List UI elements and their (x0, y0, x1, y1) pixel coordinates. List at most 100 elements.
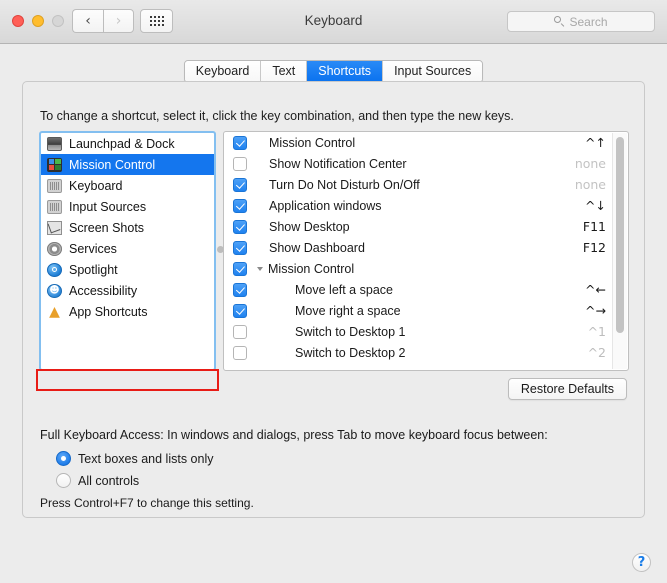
row-checkbox[interactable] (233, 324, 247, 339)
sidebar-item-label: Launchpad & Dock (69, 136, 175, 151)
sidebar-item-app-shortcuts[interactable]: ▲ App Shortcuts (41, 301, 214, 322)
shortcut-name: Move left a space (295, 282, 393, 297)
launchpad-icon (47, 136, 62, 151)
radio-option-all-controls[interactable]: All controls (56, 473, 139, 488)
shortcut-name: Turn Do Not Disturb On/Off (269, 177, 420, 192)
help-button[interactable]: ? (632, 553, 651, 572)
shortcut-group-name: Mission Control (257, 261, 606, 276)
full-keyboard-access-label: Full Keyboard Access: In windows and dia… (40, 428, 548, 442)
row-checkbox[interactable] (233, 219, 247, 234)
table-row[interactable]: Mission Control ^↑ (224, 132, 628, 153)
shortcuts-list[interactable]: Mission Control ^↑ Show Notification Cen… (223, 131, 629, 371)
sidebar-item-launchpad-dock[interactable]: Launchpad & Dock (41, 133, 214, 154)
sidebar-item-label: Input Sources (69, 199, 147, 214)
shortcut-name: Show Notification Center (269, 156, 407, 171)
app-shortcuts-highlight-box (36, 369, 219, 391)
shortcut-key[interactable]: ^2 (588, 345, 606, 360)
table-row[interactable]: Show Desktop F11 (224, 216, 628, 237)
radio-label: Text boxes and lists only (78, 451, 214, 466)
shortcut-name: Switch to Desktop 1 (295, 324, 406, 339)
sidebar-item-label: Screen Shots (69, 220, 145, 235)
sidebar-item-keyboard[interactable]: Keyboard (41, 175, 214, 196)
row-checkbox[interactable] (233, 240, 247, 255)
sidebar-item-spotlight[interactable]: Spotlight (41, 259, 214, 280)
sidebar-item-label: App Shortcuts (69, 304, 148, 319)
shortcut-key[interactable]: ^↓ (585, 198, 606, 213)
table-row[interactable]: Show Notification Center none (224, 153, 628, 174)
radio-label: All controls (78, 473, 140, 488)
table-row[interactable]: Show Dashboard F12 (224, 237, 628, 258)
row-checkbox[interactable] (233, 345, 247, 360)
scrollbar-thumb[interactable] (616, 137, 624, 333)
sidebar-item-accessibility[interactable]: ☻ Accessibility (41, 280, 214, 301)
shortcut-key[interactable]: ^→ (585, 303, 606, 318)
keyboard-icon (47, 178, 62, 193)
sidebar-item-services[interactable]: Services (41, 238, 214, 259)
table-row[interactable]: Turn Do Not Disturb On/Off none (224, 174, 628, 195)
search-placeholder: Search (569, 14, 608, 29)
input-sources-icon (47, 199, 62, 214)
keyboard-preferences-window: ‹ › Keyboard Search Keyboard Text Shortc… (0, 0, 667, 583)
row-checkbox[interactable] (233, 177, 247, 192)
accessibility-icon: ☻ (47, 283, 62, 298)
shortcut-key[interactable]: none (575, 177, 606, 192)
shortcut-key[interactable]: ^↑ (585, 135, 606, 150)
table-row[interactable]: Application windows ^↓ (224, 195, 628, 216)
table-row[interactable]: Switch to Desktop 1 ^1 (224, 321, 628, 342)
row-checkbox[interactable] (233, 282, 247, 297)
shortcut-name: Mission Control (269, 135, 356, 150)
row-checkbox[interactable] (233, 198, 247, 213)
radio-button[interactable] (56, 451, 71, 466)
shortcut-name: Switch to Desktop 2 (295, 345, 406, 360)
title-bar: ‹ › Keyboard Search (0, 0, 667, 44)
table-row-group[interactable]: Mission Control (224, 258, 628, 279)
shortcut-name: Show Dashboard (269, 240, 365, 255)
sidebar-item-label: Accessibility (69, 283, 138, 298)
screen-shots-icon (47, 220, 62, 235)
shortcut-name: Application windows (269, 198, 382, 213)
sidebar-item-mission-control[interactable]: Mission Control (41, 154, 214, 175)
mission-control-icon (47, 157, 62, 172)
keyboard-access-hint: Press Control+F7 to change this setting. (40, 496, 254, 510)
shortcut-key[interactable]: F12 (583, 240, 606, 255)
sidebar-item-screen-shots[interactable]: Screen Shots (41, 217, 214, 238)
search-icon (554, 16, 565, 27)
services-gear-icon (47, 241, 62, 256)
scrollbar[interactable] (612, 133, 627, 369)
restore-defaults-button[interactable]: Restore Defaults (507, 378, 627, 400)
tab-bar: Keyboard Text Shortcuts Input Sources (0, 60, 667, 83)
search-field[interactable]: Search (507, 11, 655, 32)
disclosure-triangle-icon[interactable] (257, 266, 263, 271)
radio-option-text-boxes[interactable]: Text boxes and lists only (56, 451, 214, 466)
table-row[interactable]: Move left a space ^← (224, 279, 628, 300)
table-row[interactable]: Switch to Desktop 2 ^2 (224, 342, 628, 363)
tab-keyboard[interactable]: Keyboard (184, 61, 262, 82)
radio-button[interactable] (56, 473, 71, 488)
shortcut-name: Move right a space (295, 303, 401, 318)
instructions-text: To change a shortcut, select it, click t… (40, 109, 514, 123)
tab-text[interactable]: Text (261, 61, 308, 82)
row-checkbox[interactable] (233, 156, 247, 171)
shortcut-key[interactable]: F11 (583, 219, 606, 234)
shortcut-key[interactable]: ^1 (588, 324, 606, 339)
row-checkbox[interactable] (233, 261, 247, 276)
sidebar-item-label: Mission Control (69, 157, 156, 172)
tab-group: Keyboard Text Shortcuts Input Sources (183, 60, 484, 83)
group-label: Mission Control (268, 261, 355, 276)
row-checkbox[interactable] (233, 303, 247, 318)
category-list[interactable]: Launchpad & Dock Mission Control Keyboar… (39, 131, 216, 371)
table-row[interactable]: Move right a space ^→ (224, 300, 628, 321)
spotlight-icon (47, 262, 62, 277)
shortcut-key[interactable]: none (575, 156, 606, 171)
shortcut-key[interactable]: ^← (585, 282, 606, 297)
row-checkbox[interactable] (233, 135, 247, 150)
tab-shortcuts[interactable]: Shortcuts (307, 61, 384, 82)
sidebar-item-label: Keyboard (69, 178, 123, 193)
shortcuts-panel: To change a shortcut, select it, click t… (22, 81, 645, 518)
sidebar-item-label: Services (69, 241, 117, 256)
tab-input-sources[interactable]: Input Sources (383, 61, 483, 82)
sidebar-item-label: Spotlight (69, 262, 118, 277)
sidebar-item-input-sources[interactable]: Input Sources (41, 196, 214, 217)
app-shortcuts-icon: ▲ (49, 303, 60, 320)
shortcut-name: Show Desktop (269, 219, 350, 234)
